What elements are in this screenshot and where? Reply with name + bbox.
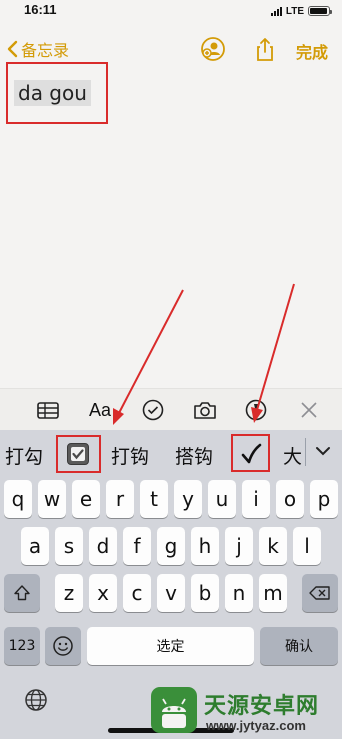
key-o[interactable]: o: [276, 480, 304, 518]
key-j[interactable]: j: [225, 527, 253, 565]
network-type: LTE: [285, 5, 304, 17]
key-m[interactable]: m: [259, 574, 287, 612]
key-r[interactable]: r: [106, 480, 134, 518]
back-button[interactable]: 备忘录: [6, 37, 69, 61]
watermark-url: www.jytyaz.com: [206, 718, 306, 733]
key-u[interactable]: u: [208, 480, 236, 518]
checklist-icon[interactable]: [141, 398, 165, 422]
status-bar: 16:11 LTE: [0, 0, 342, 22]
shift-key[interactable]: [4, 574, 40, 612]
done-button[interactable]: 完成: [296, 39, 328, 63]
key-n[interactable]: n: [225, 574, 253, 612]
camera-icon[interactable]: [192, 398, 218, 422]
candidate-dagou[interactable]: 打勾: [5, 442, 43, 469]
note-text[interactable]: da gou: [14, 80, 91, 106]
android-logo-icon: [151, 687, 197, 733]
table-icon[interactable]: [36, 398, 60, 422]
candidate-dagou-2[interactable]: 打钩: [111, 442, 149, 469]
markup-icon[interactable]: [244, 398, 268, 422]
key-k[interactable]: k: [259, 527, 287, 565]
battery-icon: [308, 6, 332, 16]
candidate-da[interactable]: 大: [283, 442, 302, 469]
format-toolbar: Aa: [0, 388, 342, 430]
key-e[interactable]: e: [72, 480, 100, 518]
key-q[interactable]: q: [4, 480, 32, 518]
back-label: 备忘录: [21, 41, 70, 60]
delete-key[interactable]: [302, 574, 338, 612]
watermark: 天源安卓网 www.jytyaz.com: [146, 680, 342, 739]
key-d[interactable]: d: [89, 527, 117, 565]
checkmark-icon: [72, 449, 84, 460]
globe-icon[interactable]: [24, 688, 48, 712]
key-g[interactable]: g: [157, 527, 185, 565]
candidate-divider: [305, 438, 306, 466]
chevron-down-icon[interactable]: [314, 444, 332, 458]
candidate-bar: 打勾 打钩 搭钩 大: [0, 430, 342, 476]
key-w[interactable]: w: [38, 480, 66, 518]
key-s[interactable]: s: [55, 527, 83, 565]
numbers-key[interactable]: 123: [4, 627, 40, 665]
key-h[interactable]: h: [191, 527, 219, 565]
signal-icon: [270, 6, 282, 16]
key-p[interactable]: p: [310, 480, 338, 518]
key-v[interactable]: v: [157, 574, 185, 612]
chevron-left-icon: [7, 40, 18, 58]
key-l[interactable]: l: [293, 527, 321, 565]
note-editor[interactable]: da gou: [0, 62, 342, 388]
checkmark-symbol-candidate[interactable]: [240, 442, 262, 466]
space-key[interactable]: 选定: [87, 627, 254, 665]
add-person-icon[interactable]: [200, 36, 226, 62]
key-x[interactable]: x: [89, 574, 117, 612]
status-time: 16:11: [24, 2, 57, 17]
key-f[interactable]: f: [123, 527, 151, 565]
key-y[interactable]: y: [174, 480, 202, 518]
key-b[interactable]: b: [191, 574, 219, 612]
key-c[interactable]: c: [123, 574, 151, 612]
battery-level: [310, 8, 328, 14]
emoji-icon: [53, 636, 73, 656]
key-a[interactable]: a: [21, 527, 49, 565]
emoji-key[interactable]: [45, 627, 81, 665]
shift-icon: [14, 585, 30, 601]
return-key[interactable]: 确认: [260, 627, 338, 665]
key-z[interactable]: z: [55, 574, 83, 612]
key-t[interactable]: t: [140, 480, 168, 518]
status-indicators: LTE: [270, 4, 332, 18]
checkbox-symbol-candidate[interactable]: [67, 443, 89, 465]
key-i[interactable]: i: [242, 480, 270, 518]
text-format-icon[interactable]: Aa: [89, 400, 111, 424]
candidate-dagou-3[interactable]: 搭钩: [175, 442, 213, 469]
close-icon[interactable]: [298, 398, 320, 422]
backspace-icon: [309, 586, 330, 600]
watermark-title: 天源安卓网: [204, 694, 320, 719]
share-icon[interactable]: [252, 36, 278, 62]
